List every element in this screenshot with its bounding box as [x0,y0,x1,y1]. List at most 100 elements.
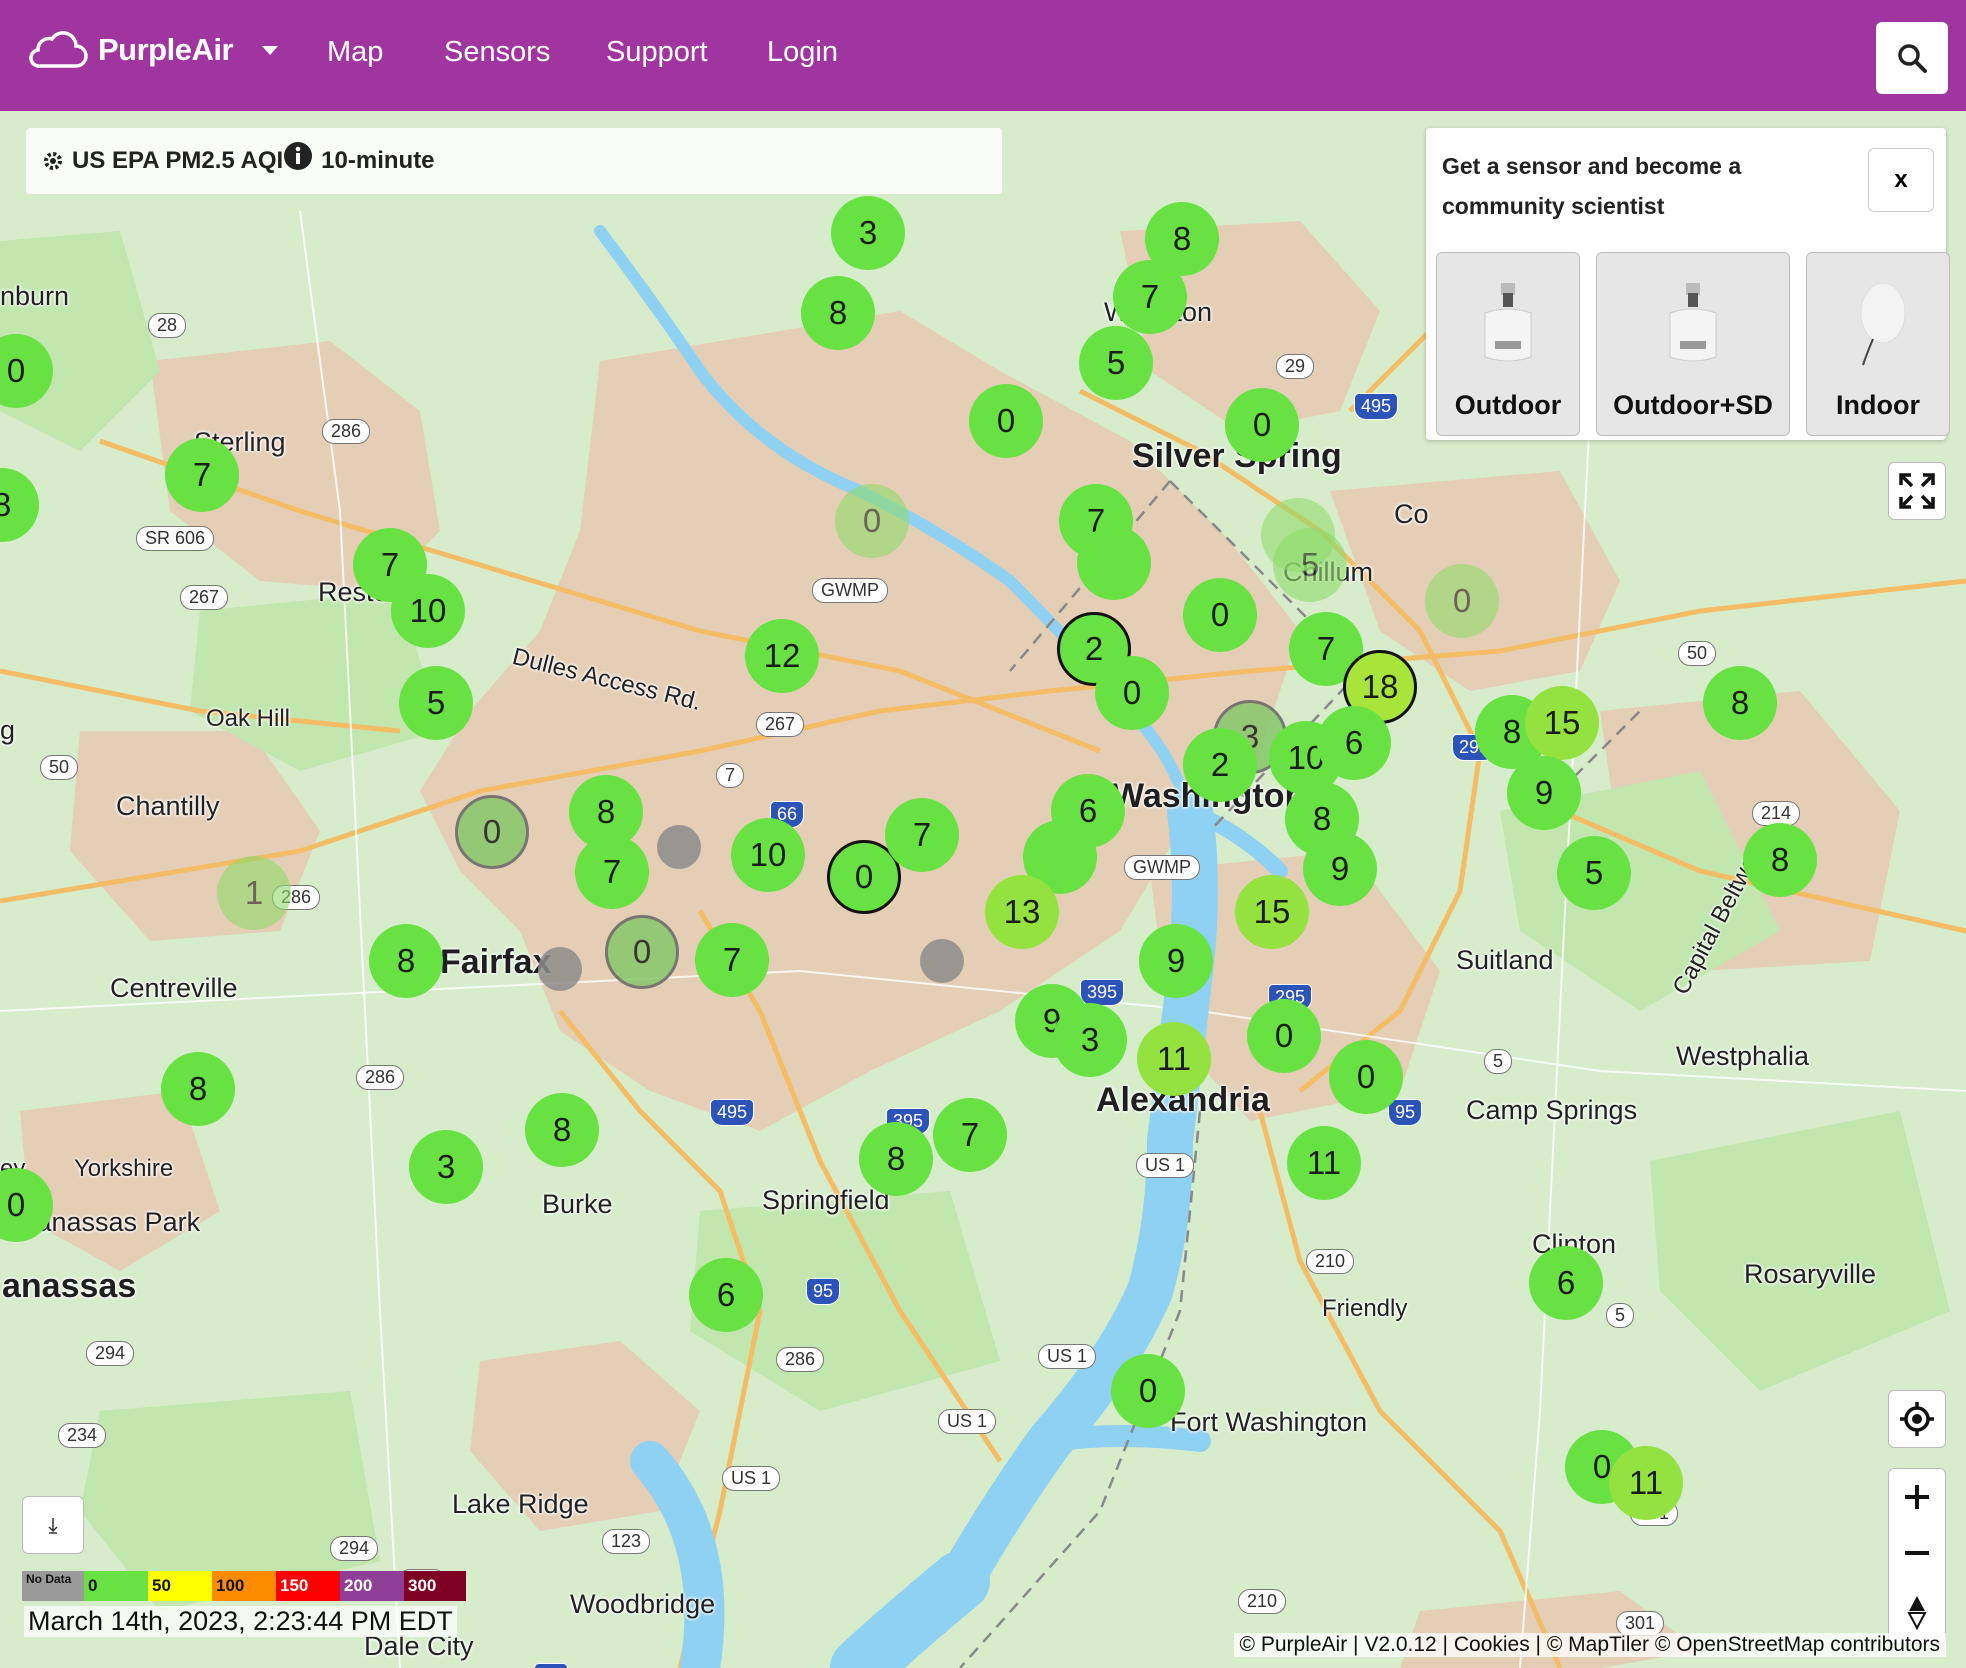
promo-headline: Get a sensor and become a community scie… [1442,153,1742,219]
route-shield: GWMP [1124,855,1200,880]
sensor-marker[interactable]: 8 [161,1052,235,1126]
aqi-period-label[interactable]: 10-minute [321,147,434,175]
sensor-marker[interactable]: 8 [859,1122,933,1196]
sensor-marker[interactable] [1077,526,1151,600]
promo-close-button[interactable]: x [1868,148,1934,212]
sensor-marker[interactable]: 8 [369,924,443,998]
place-label-g: g [0,715,16,745]
sensor-marker[interactable]: 7 [885,798,959,872]
product-outdoor-button[interactable]: Outdoor [1436,252,1580,436]
sensor-marker[interactable]: 15 [1235,875,1309,949]
sensor-marker[interactable]: 8 [525,1093,599,1167]
sensor-marker[interactable]: 8 [1743,823,1817,897]
sensor-marker[interactable]: 0 [1329,1040,1403,1114]
sensor-marker[interactable]: 10 [731,818,805,892]
sensor-marker[interactable]: 5 [399,666,473,740]
sensor-marker[interactable]: 3 [831,196,905,270]
fullscreen-button[interactable] [1888,462,1946,520]
sensor-marker[interactable]: 0 [455,795,529,869]
nav-map[interactable]: Map [327,36,383,69]
route-shield: GWMP [812,578,888,603]
route-shield: 50 [40,755,79,780]
sensor-marker[interactable]: 11 [1137,1022,1211,1096]
sensor-marker[interactable]: 7 [695,923,769,997]
sensor-marker[interactable]: 0 [969,384,1043,458]
sensor-marker[interactable]: 7 [933,1098,1007,1172]
sensor-marker[interactable]: 3 [1053,1003,1127,1077]
sensor-marker[interactable]: 9 [1507,756,1581,830]
route-shield: 286 [356,1065,405,1090]
sensor-marker[interactable]: 10 [391,574,465,648]
sensor-marker[interactable]: 0 [1183,578,1257,652]
sensor-marker[interactable]: 9 [1139,924,1213,998]
sensor-marker[interactable]: 6 [1529,1246,1603,1320]
place-label-co: Co [1394,499,1429,529]
route-shield: 5 [1606,1303,1635,1328]
brand-name: PurpleAir [98,32,234,67]
info-icon[interactable] [283,141,313,171]
map-attribution[interactable]: © PurpleAir | V2.0.12 | Cookies | © MapT… [1233,1633,1946,1657]
route-shield: 29 [1276,354,1315,379]
product-outdoor-sd-button[interactable]: Outdoor+SD [1596,252,1790,436]
sensor-marker[interactable] [538,947,582,991]
locate-me-button[interactable] [1888,1390,1946,1448]
outdoor-sd-sensor-icon [1669,283,1717,362]
route-shield: 294 [330,1536,379,1561]
nav-login[interactable]: Login [767,36,838,69]
data-timestamp: March 14th, 2023, 2:23:44 PM EDT [24,1606,457,1637]
sensor-marker[interactable]: 7 [165,438,239,512]
compass-icon[interactable] [1902,1594,1932,1630]
brand-menu-chevron-down-icon[interactable] [262,46,278,55]
nav-support[interactable]: Support [606,36,708,69]
sensor-marker[interactable]: 5 [1079,326,1153,400]
sensor-marker[interactable]: 11 [1287,1126,1361,1200]
legend-segment: 0 [84,1571,148,1601]
sensor-marker[interactable]: 9 [1303,832,1377,906]
product-indoor-button[interactable]: Indoor [1806,252,1950,436]
sensor-marker[interactable]: 7 [575,835,649,909]
route-shield: SR 606 [136,526,215,551]
sensor-marker[interactable]: 8 [1703,666,1777,740]
sensor-marker[interactable]: 0 [1225,388,1299,462]
place-label-lake-ridge: Lake Ridge [452,1489,589,1519]
sensor-marker[interactable]: 2 [1183,728,1257,802]
sensor-marker[interactable]: 6 [689,1258,763,1332]
sensor-marker[interactable]: 7 [1113,260,1187,334]
sensor-marker[interactable] [657,825,701,869]
sensor-marker[interactable]: 3 [409,1130,483,1204]
nav-sensors[interactable]: Sensors [444,36,550,69]
route-shield: 294 [86,1341,135,1366]
sensor-marker[interactable]: 0 [1247,999,1321,1073]
search-button[interactable] [1876,22,1948,94]
zoom-in-icon[interactable] [1902,1482,1932,1512]
sensor-marker[interactable]: 0 [1111,1354,1185,1428]
place-label-westphalia: Westphalia [1676,1041,1810,1071]
sensor-marker[interactable]: 0 [1425,564,1499,638]
sensor-marker[interactable]: 5 [1557,836,1631,910]
sensor-marker[interactable]: 0 [605,915,679,989]
sensor-marker[interactable]: 5 [1273,528,1347,602]
indoor-sensor-icon [1860,282,1906,366]
route-shield: 5 [1484,1049,1513,1074]
legend-segment: 100 [212,1571,276,1601]
place-label-springfield: Springfield [762,1185,890,1215]
sensor-marker[interactable]: 0 [1095,656,1169,730]
sensor-marker[interactable]: 1 [217,856,291,930]
download-button[interactable] [22,1496,84,1554]
legend-scale: No Data 0 50 100 150 200 300 [22,1571,466,1601]
sensor-marker[interactable]: 15 [1525,686,1599,760]
sensor-marker[interactable]: 8 [801,276,875,350]
sensor-marker[interactable]: 12 [745,619,819,693]
route-shield: 395 [1080,979,1125,1006]
route-shield: 28 [148,313,187,338]
sensor-marker[interactable] [920,939,964,983]
sensor-marker[interactable]: 11 [1609,1446,1683,1520]
sensor-marker[interactable]: 0 [835,484,909,558]
aqi-metric-label[interactable]: US EPA PM2.5 AQI [72,147,283,175]
sensor-marker[interactable]: 6 [1317,706,1391,780]
gear-icon[interactable] [42,150,64,172]
route-shield: US 1 [722,1466,781,1491]
brand-logo-link[interactable]: PurpleAir [26,30,234,70]
zoom-out-icon[interactable] [1902,1538,1932,1568]
sensor-marker[interactable]: 13 [985,875,1059,949]
